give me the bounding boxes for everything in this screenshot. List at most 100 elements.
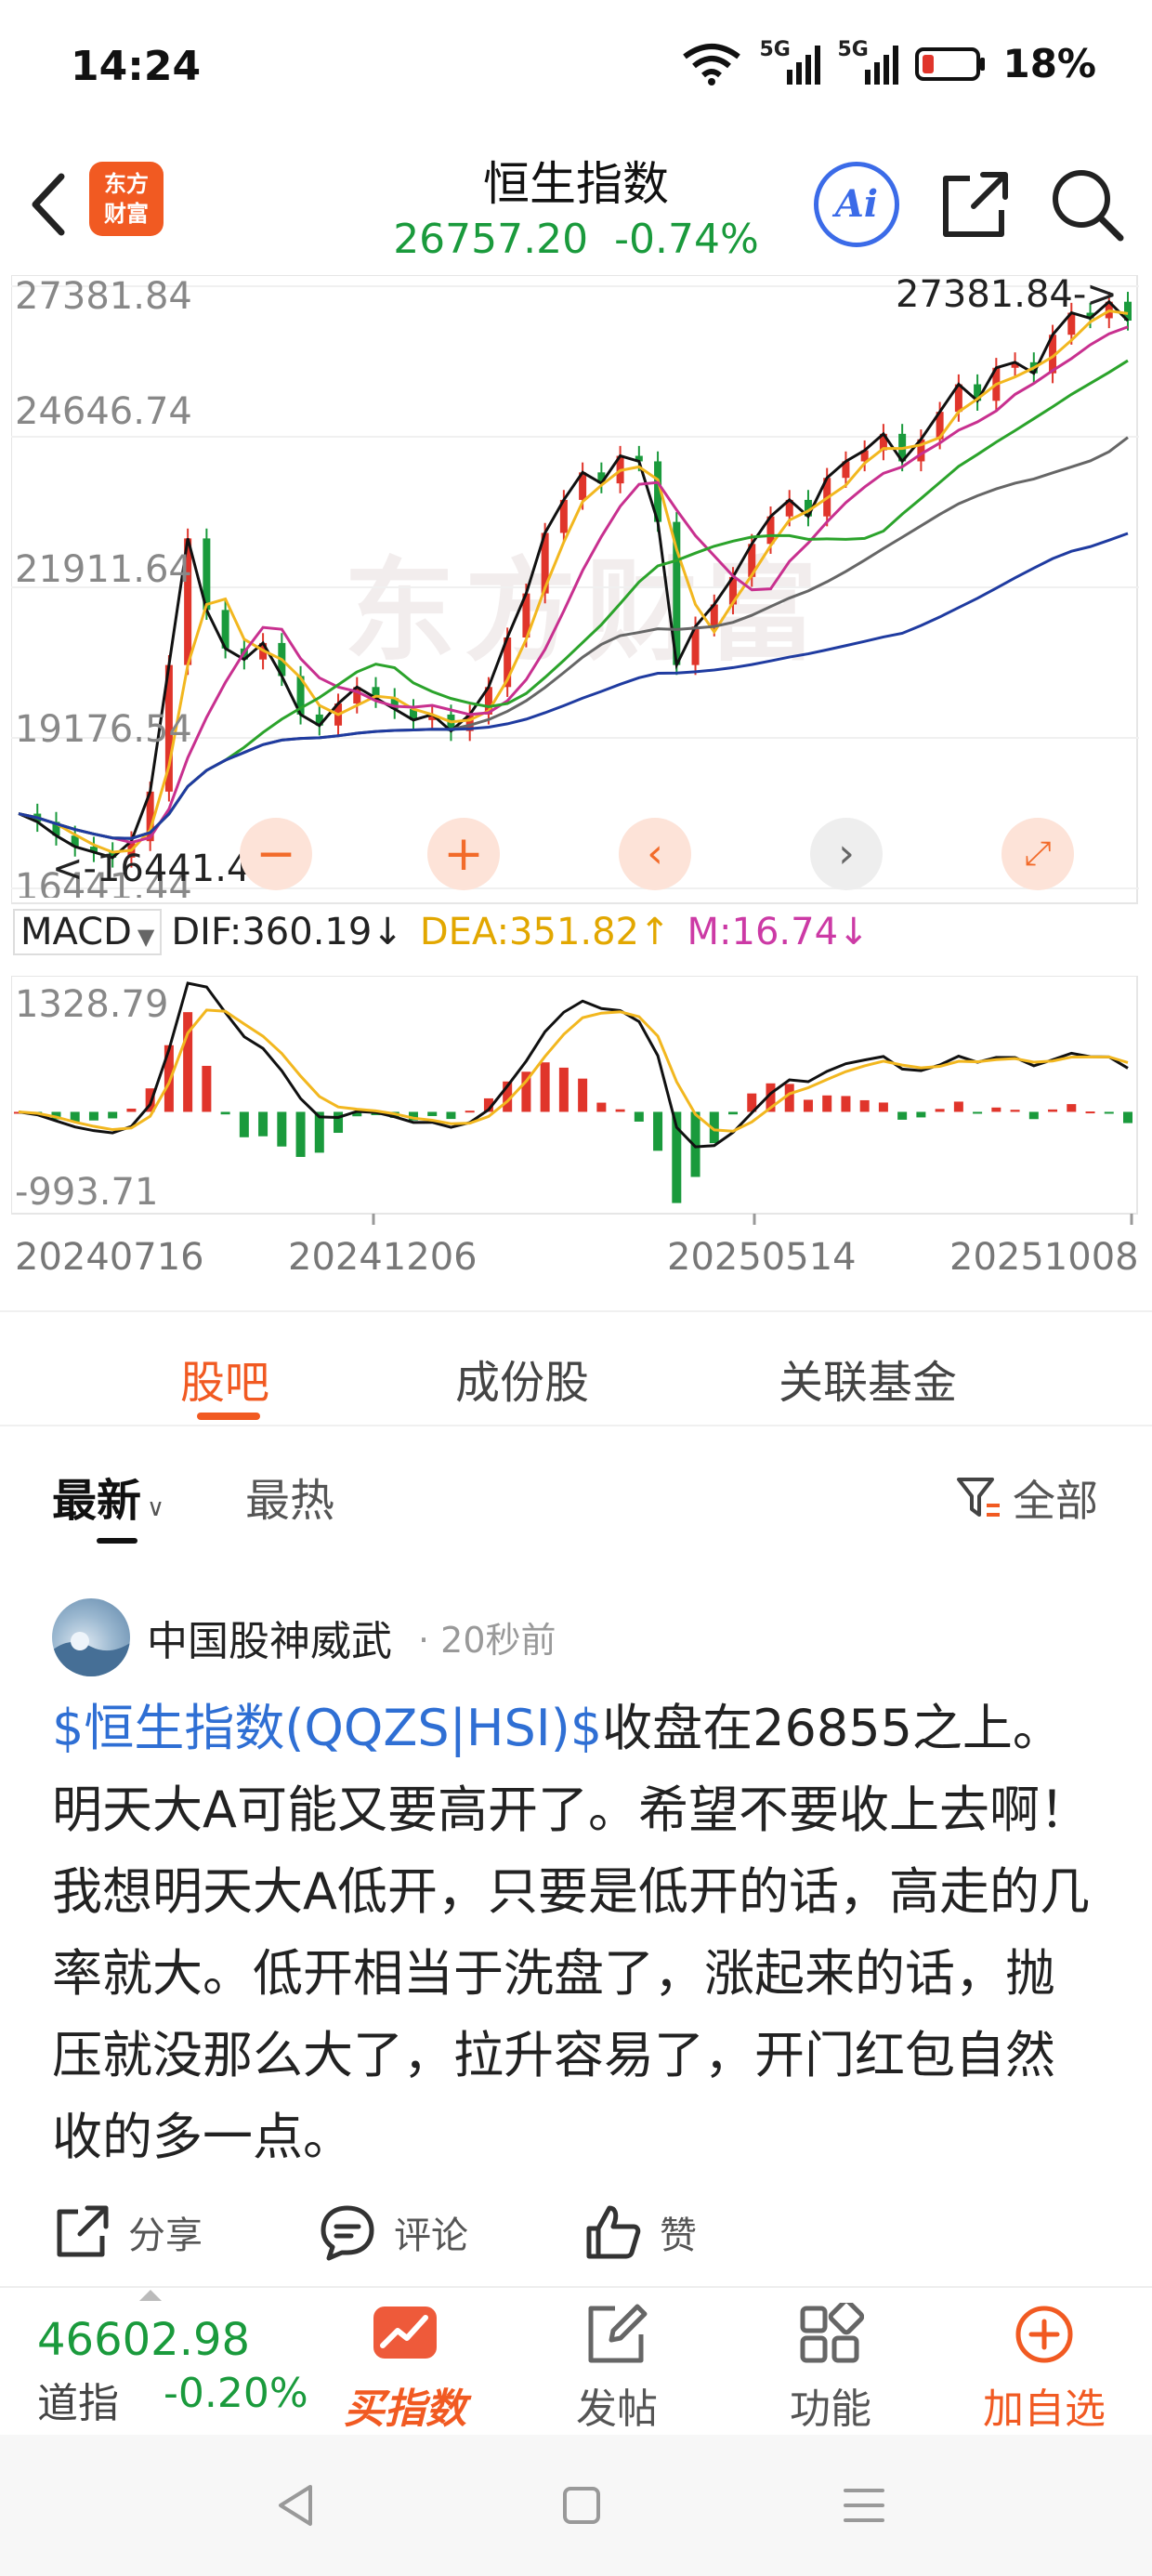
scroll-left-button[interactable]: ‹ — [619, 818, 691, 890]
dif-value: DIF:360.19↓ — [171, 911, 403, 953]
dropdown-arrow-icon: ▼ — [137, 924, 155, 950]
m-value: M:16.74↓ — [687, 911, 870, 953]
macd-histogram-bar — [916, 1111, 926, 1118]
dea-value: DEA:351.82↑ — [419, 911, 671, 953]
post-actions: 分享 评论 赞 — [52, 2202, 1102, 2277]
filter-button[interactable]: 全部 — [955, 1467, 1098, 1529]
scroll-right-button[interactable]: › — [810, 818, 883, 890]
macd-histogram-bar — [126, 1108, 137, 1112]
price-axis-label: 24646.74 — [15, 390, 192, 433]
macd-histogram-bar — [1067, 1104, 1077, 1112]
macd-histogram-bar — [558, 1067, 569, 1112]
date-label: 20240716 — [15, 1236, 204, 1279]
date-label: 20251008 — [949, 1236, 1139, 1279]
chart-up-icon — [373, 2307, 437, 2359]
signal-icon-2: 5G — [837, 38, 899, 86]
sort-hot[interactable]: 最热 — [245, 1464, 334, 1529]
current-price: 26757.20 — [393, 216, 589, 263]
macd-histogram-bar — [953, 1101, 963, 1112]
macd-histogram-bar — [295, 1111, 306, 1157]
macd-histogram-bar — [277, 1111, 287, 1147]
ai-assistant-button[interactable]: Ai — [814, 162, 899, 247]
post-author[interactable]: 中国股神威武 — [147, 1608, 392, 1667]
fullscreen-icon[interactable]: ⤢ — [1001, 818, 1074, 890]
functions-button[interactable]: 功能 — [756, 2298, 905, 2435]
post-time: · 20秒前 — [418, 1620, 556, 1661]
macd-histogram-bar — [578, 1078, 588, 1112]
plus-circle-icon — [1015, 2306, 1073, 2363]
macd-histogram-bar — [803, 1099, 813, 1112]
section-tabs: 股吧 成份股 关联基金 — [0, 1310, 1152, 1426]
macd-chart[interactable] — [11, 976, 1139, 1227]
system-back-icon[interactable] — [269, 2477, 325, 2533]
date-label: 20250514 — [667, 1236, 857, 1279]
like-button[interactable]: 赞 — [583, 2202, 697, 2262]
macd-histogram-bar — [1010, 1110, 1020, 1112]
system-home-icon[interactable] — [554, 2477, 609, 2533]
zoom-out-button[interactable]: − — [240, 818, 312, 890]
indicator-select[interactable]: MACD ▼ — [13, 909, 163, 955]
battery-percent: 18% — [1002, 41, 1096, 86]
filter-icon — [957, 1478, 1000, 1517]
zoom-in-button[interactable]: + — [427, 818, 500, 890]
post-button[interactable]: 发帖 — [543, 2303, 691, 2435]
signal-icon: 5G — [759, 38, 821, 86]
share-button[interactable]: 分享 — [52, 2202, 203, 2262]
edit-icon — [588, 2304, 648, 2363]
macd-histogram-bar — [202, 1065, 212, 1112]
status-bar: 14:24 5G 5G 18% — [0, 0, 1152, 139]
tab-guba[interactable]: 股吧 — [180, 1346, 269, 1411]
macd-histogram-bar — [653, 1111, 663, 1151]
macd-histogram-bar — [897, 1111, 908, 1120]
tab-constituents[interactable]: 成份股 — [455, 1346, 589, 1411]
comment-button[interactable]: 评论 — [318, 2202, 468, 2262]
chart-area[interactable]: 东方财富 27381.84 24646.74 21911.64 19176.54… — [0, 269, 1152, 1310]
share-icon[interactable] — [933, 162, 1018, 247]
macd-histogram-bar — [841, 1096, 851, 1112]
buy-index-button[interactable]: 买指数 — [331, 2303, 479, 2435]
macd-histogram-bar — [88, 1111, 98, 1121]
stock-link[interactable]: $恒生指数(QQZS|HSI)$ — [52, 1699, 602, 1757]
macd-histogram-bar — [239, 1111, 249, 1137]
sort-row: 最新 ∨ 最热 全部 — [0, 1426, 1152, 1557]
search-icon[interactable] — [1044, 162, 1130, 247]
wifi-icon — [683, 43, 741, 85]
macd-histogram-bar — [859, 1099, 870, 1112]
macd-histogram-bar — [973, 1111, 983, 1114]
status-time: 14:24 — [71, 43, 202, 90]
macd-histogram-bar — [465, 1111, 475, 1113]
macd-histogram-bar — [991, 1107, 1001, 1112]
avatar[interactable] — [52, 1598, 130, 1676]
price-axis-label: 27381.84 — [15, 275, 192, 318]
macd-histogram-bar — [1028, 1111, 1039, 1120]
macd-lower-label: -993.71 — [15, 1171, 159, 1214]
add-watchlist-button[interactable]: 加自选 — [970, 2303, 1119, 2435]
tab-related-funds[interactable]: 关联基金 — [779, 1346, 957, 1411]
macd-histogram-bar — [596, 1102, 607, 1112]
macd-histogram-bar — [935, 1109, 945, 1112]
macd-legend: MACD ▼ DIF:360.19↓ DEA:351.82↑ M:16.74↓ — [13, 909, 870, 955]
index-change: -0.20% — [164, 2370, 308, 2417]
macd-histogram-bar — [1123, 1111, 1132, 1124]
system-navigation — [0, 2435, 1152, 2576]
post-text: 收盘在26855之上。明天大A可能又要高开了。希望不要收上去啊！我想明天大A低开… — [52, 1699, 1090, 2166]
macd-histogram-bar — [258, 1111, 268, 1137]
macd-histogram-bar — [1085, 1111, 1095, 1114]
max-price-marker: 27381.84-> — [896, 273, 1118, 316]
share-icon — [57, 2205, 109, 2257]
sort-latest[interactable]: 最新 ∨ — [52, 1464, 164, 1529]
macd-histogram-bar — [427, 1111, 438, 1116]
thumbs-up-icon — [586, 2205, 641, 2259]
macd-histogram-bar — [615, 1109, 625, 1112]
price-chart[interactable] — [11, 275, 1139, 907]
price-axis-label: 21911.64 — [15, 548, 192, 591]
index-name: 道指 — [37, 2380, 119, 2427]
comment-icon — [321, 2205, 374, 2261]
macd-histogram-bar — [220, 1111, 230, 1115]
post-content[interactable]: $恒生指数(QQZS|HSI)$收盘在26855之上。明天大A可能又要高开了。希… — [52, 1688, 1102, 2178]
macd-histogram-bar — [1048, 1109, 1058, 1112]
macd-upper-label: 1328.79 — [15, 983, 169, 1026]
status-icons: 5G 5G 18% — [681, 38, 1096, 86]
change-percent: -0.74% — [614, 216, 759, 263]
system-menu-icon[interactable] — [836, 2477, 892, 2533]
